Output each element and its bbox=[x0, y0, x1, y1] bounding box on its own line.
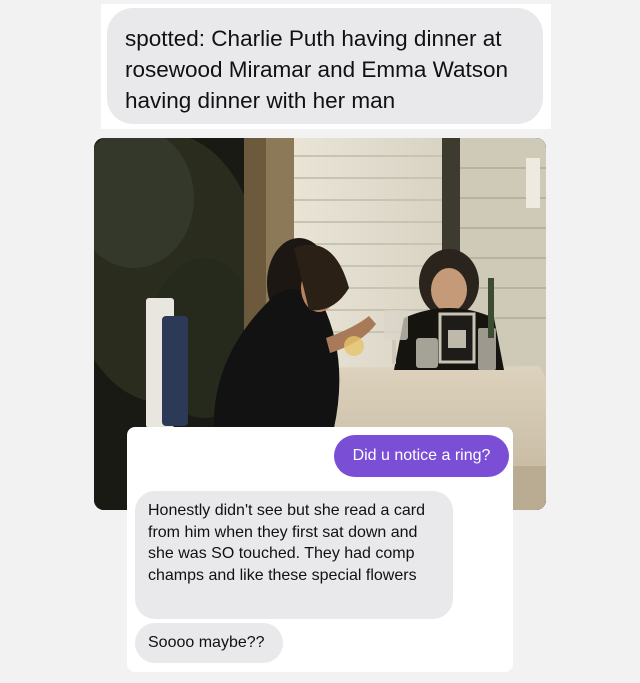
sent-message-bubble: Did u notice a ring? bbox=[334, 435, 509, 477]
chat-screenshot: Did u notice a ring? Honestly didn't see… bbox=[127, 427, 513, 672]
received-message-bubble: Soooo maybe?? bbox=[135, 623, 283, 663]
received-message-bubble: Honestly didn't see but she read a card … bbox=[135, 491, 453, 619]
caption-bubble: spotted: Charlie Puth having dinner at r… bbox=[107, 8, 543, 124]
caption-card: spotted: Charlie Puth having dinner at r… bbox=[101, 4, 551, 129]
